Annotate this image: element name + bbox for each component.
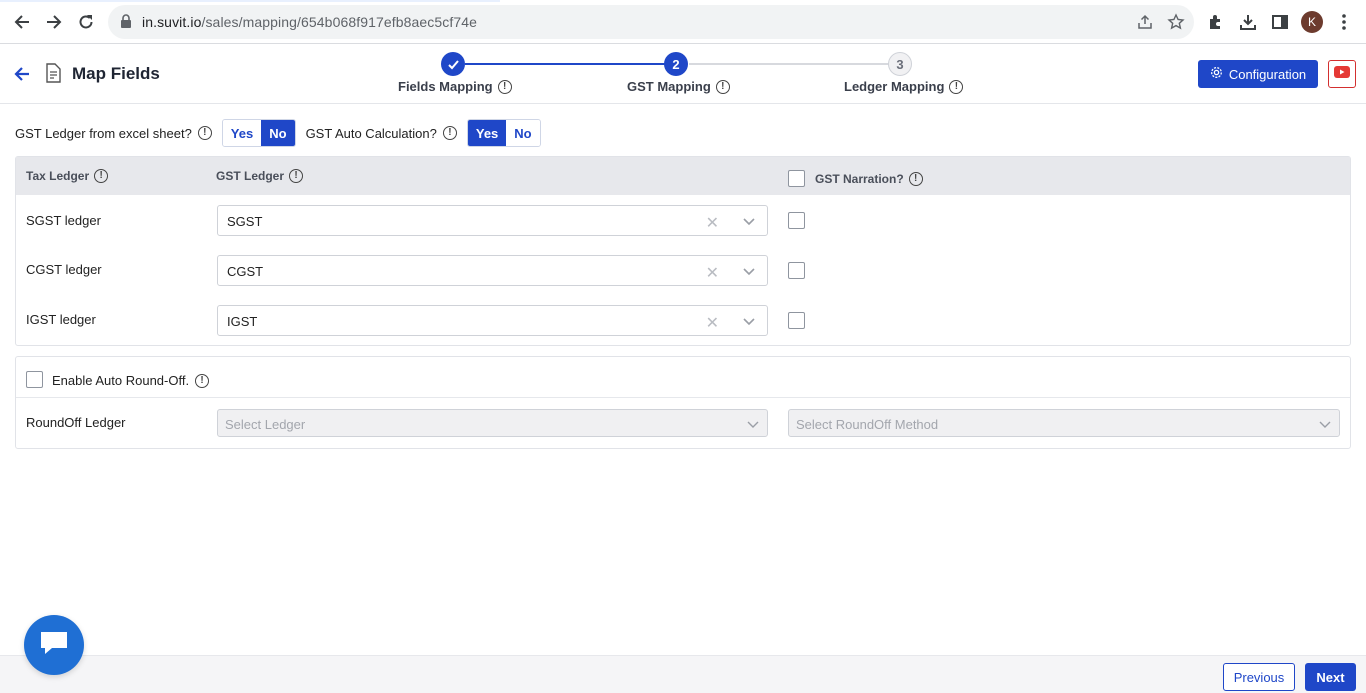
row-label-igst: IGST ledger (26, 312, 96, 327)
footer-bar: Previous Next (0, 655, 1366, 693)
select-placeholder: Select Ledger (225, 417, 306, 432)
address-bar[interactable]: in.suvit.io/sales/mapping/654b068f917efb… (108, 5, 1194, 39)
roundoff-method-select[interactable]: Select RoundOff Method (788, 409, 1340, 437)
gst-auto-no[interactable]: No (506, 120, 540, 146)
app-header: Map Fields Fields Mapping! 2 GST Mapping… (0, 44, 1366, 104)
gst-auto-label: GST Auto Calculation?! (306, 126, 457, 141)
col-gst-narration: GST Narration?! (815, 172, 923, 186)
gst-auto-toggle: Yes No (466, 119, 541, 147)
reload-icon[interactable] (74, 10, 98, 34)
chevron-down-icon[interactable] (743, 214, 755, 232)
step-3-circle[interactable]: 3 (888, 52, 912, 76)
igst-ledger-select[interactable]: IGST ✕ (217, 305, 768, 336)
youtube-icon (1334, 65, 1350, 83)
previous-button[interactable]: Previous (1223, 663, 1295, 691)
gst-ledger-table: Tax Ledger! GST Ledger! GST Narration?! … (15, 156, 1351, 346)
gst-options-row: GST Ledger from excel sheet?! Yes No GST… (15, 118, 541, 148)
chevron-down-icon (1319, 417, 1331, 435)
sgst-ledger-select[interactable]: SGST ✕ (217, 205, 768, 236)
info-icon[interactable]: ! (715, 79, 730, 94)
gst-narration-all-checkbox[interactable] (788, 170, 805, 187)
step-connector-pending (689, 63, 889, 65)
gst-narration-checkbox[interactable] (788, 262, 805, 279)
gst-narration-checkbox[interactable] (788, 312, 805, 329)
info-icon[interactable]: ! (442, 126, 457, 140)
chevron-down-icon[interactable] (743, 314, 755, 332)
next-button[interactable]: Next (1305, 663, 1356, 691)
clear-icon[interactable]: ✕ (706, 263, 719, 283)
forward-icon[interactable] (42, 10, 66, 34)
gst-excel-label: GST Ledger from excel sheet?! (15, 126, 212, 141)
select-value: SGST (227, 214, 263, 229)
divider (16, 397, 1350, 398)
info-icon[interactable]: ! (195, 373, 210, 388)
page-title: Map Fields (72, 64, 160, 83)
step-2-label: GST Mapping! (627, 79, 730, 94)
share-icon[interactable] (1136, 13, 1154, 31)
download-icon[interactable] (1238, 12, 1258, 32)
gst-excel-yes[interactable]: Yes (222, 120, 262, 146)
chat-bubble-icon (38, 629, 70, 662)
step-3-label: Ledger Mapping! (844, 79, 964, 94)
gst-excel-toggle: Yes No (221, 119, 296, 147)
clear-icon[interactable]: ✕ (706, 213, 719, 233)
lock-icon (120, 14, 132, 33)
chat-widget-button[interactable] (24, 615, 84, 675)
browser-toolbar: in.suvit.io/sales/mapping/654b068f917efb… (0, 0, 1366, 44)
row-label-sgst: SGST ledger (26, 213, 101, 228)
back-arrow-icon[interactable] (10, 62, 34, 86)
configuration-button[interactable]: Configuration (1198, 60, 1318, 88)
roundoff-ledger-select[interactable]: Select Ledger (217, 409, 768, 437)
gst-narration-checkbox[interactable] (788, 212, 805, 229)
step-2-circle[interactable]: 2 (664, 52, 688, 76)
step-1-label: Fields Mapping! (398, 79, 512, 94)
step-1-check-icon[interactable] (441, 52, 465, 76)
select-value: IGST (227, 314, 258, 329)
gst-auto-yes[interactable]: Yes (467, 120, 507, 146)
extensions-icon[interactable] (1206, 12, 1226, 32)
select-placeholder: Select RoundOff Method (796, 417, 939, 432)
roundoff-ledger-label: RoundOff Ledger (26, 415, 126, 430)
profile-avatar[interactable]: K (1301, 11, 1323, 33)
enable-roundoff-label: Enable Auto Round-Off.! (52, 373, 210, 388)
page-load-progress (0, 0, 500, 2)
chevron-down-icon[interactable] (743, 264, 755, 282)
cgst-ledger-select[interactable]: CGST ✕ (217, 255, 768, 286)
url-text: in.suvit.io/sales/mapping/654b068f917efb… (142, 14, 478, 30)
info-icon[interactable]: ! (908, 172, 923, 186)
youtube-button[interactable] (1328, 60, 1356, 88)
bookmark-star-icon[interactable] (1167, 13, 1185, 31)
chevron-down-icon (747, 417, 759, 435)
gear-icon (1210, 66, 1223, 82)
col-gst-ledger: GST Ledger! (216, 169, 304, 183)
document-icon (44, 63, 62, 88)
side-panel-icon[interactable] (1270, 12, 1290, 32)
configuration-label: Configuration (1228, 66, 1307, 82)
info-icon[interactable]: ! (289, 169, 304, 183)
step-connector-done (465, 63, 665, 65)
info-icon[interactable]: ! (497, 79, 512, 94)
gst-excel-no[interactable]: No (261, 120, 295, 146)
enable-roundoff-checkbox[interactable] (26, 371, 43, 388)
table-header: Tax Ledger! GST Ledger! GST Narration?! (16, 157, 1350, 195)
row-label-cgst: CGST ledger (26, 262, 102, 277)
roundoff-panel: Enable Auto Round-Off.! RoundOff Ledger … (15, 356, 1351, 449)
col-tax-ledger: Tax Ledger! (26, 169, 109, 183)
back-icon[interactable] (10, 10, 34, 34)
info-icon[interactable]: ! (949, 79, 964, 94)
info-icon[interactable]: ! (197, 126, 212, 140)
info-icon[interactable]: ! (94, 169, 109, 183)
select-value: CGST (227, 264, 264, 279)
clear-icon[interactable]: ✕ (706, 313, 719, 333)
menu-kebab-icon[interactable] (1334, 12, 1354, 32)
